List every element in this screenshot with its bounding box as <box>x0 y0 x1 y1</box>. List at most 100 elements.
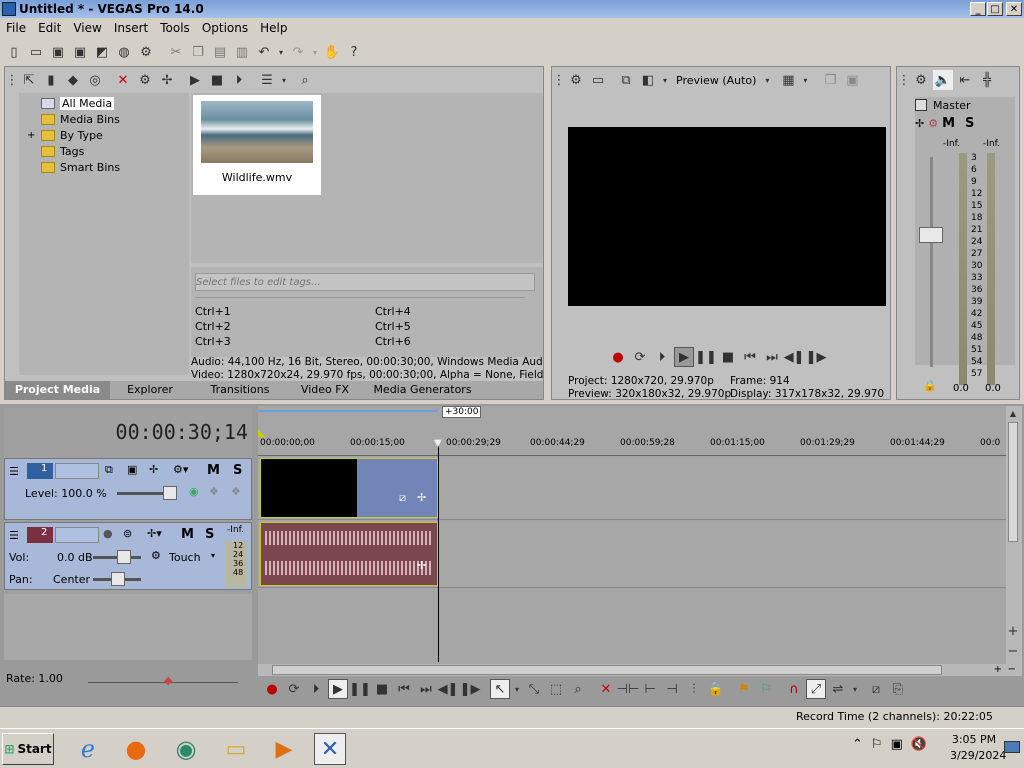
play-icon[interactable]: ▶ <box>674 347 694 367</box>
auto-preview-icon[interactable]: ⏵ <box>229 70 249 90</box>
compositing-mode-icon[interactable]: ⧉ <box>105 463 113 477</box>
trim-end-icon[interactable]: ⊣ <box>662 679 682 699</box>
track-fx-icon[interactable]: ✢▾ <box>147 527 162 540</box>
master-fx-icon[interactable]: ⚙ <box>928 117 938 130</box>
tree-item-all-media[interactable]: All Media <box>41 95 189 111</box>
shortcut-ctrl3[interactable]: Ctrl+3 <box>195 335 231 348</box>
views-icon[interactable]: ☰ <box>257 70 277 90</box>
envelope-tool-icon[interactable]: ⤡ <box>524 679 544 699</box>
selection-tool-icon[interactable]: ⬚ <box>546 679 566 699</box>
h-scroll-thumb[interactable] <box>272 665 942 675</box>
properties-icon[interactable]: ⚙ <box>136 42 156 62</box>
track-motion-icon[interactable]: ▣ <box>127 463 137 476</box>
go-to-end-icon[interactable]: ⏭ <box>416 679 436 699</box>
menu-tools[interactable]: Tools <box>154 21 196 35</box>
save-as-icon[interactable]: ▣ <box>70 42 90 62</box>
audio-event-clip[interactable]: ✢ <box>260 522 438 586</box>
file-explorer-icon[interactable]: ▭ <box>220 733 252 765</box>
event-fx-icon[interactable]: ✢ <box>417 491 426 504</box>
remove-media-icon[interactable]: ✕ <box>113 70 133 90</box>
overlays-dropdown-icon[interactable]: ▾ <box>660 70 670 90</box>
previous-frame-icon[interactable]: ◀❚ <box>784 347 805 367</box>
shortcut-ctrl5[interactable]: Ctrl+5 <box>375 320 411 333</box>
lock-icon[interactable]: 🔒 <box>923 379 937 392</box>
menu-help[interactable]: Help <box>254 21 293 35</box>
color-icon[interactable]: ◉ <box>189 485 199 498</box>
capture-video-icon[interactable]: ▮ <box>41 70 61 90</box>
parent-motion-icon[interactable]: ✢ <box>149 463 158 476</box>
media-generators-icon[interactable]: ✢ <box>157 70 177 90</box>
go-to-start-icon[interactable]: ⏮ <box>740 347 760 367</box>
record-icon[interactable]: ● <box>262 679 282 699</box>
auto-crossfade-icon[interactable]: ⤢ <box>806 679 826 699</box>
playhead-handle-icon[interactable]: ▼ <box>434 438 442 449</box>
track-grip-icon[interactable]: ☰ <box>9 529 19 542</box>
copy-icon[interactable]: ❐ <box>188 42 208 62</box>
grid-dropdown-icon[interactable]: ▾ <box>800 70 810 90</box>
preview-quality-dropdown[interactable]: Preview (Auto) <box>672 74 760 87</box>
ripple-edit-icon[interactable]: ⇌ <box>828 679 848 699</box>
record-icon[interactable]: ● <box>608 347 628 367</box>
firefox-icon[interactable]: ● <box>120 733 152 765</box>
hand-tool-icon[interactable]: ✋ <box>322 42 342 62</box>
automation-mode[interactable]: Touch <box>169 551 201 564</box>
menu-options[interactable]: Options <box>196 21 254 35</box>
undo-dropdown-icon[interactable]: ▾ <box>276 42 286 62</box>
close-button[interactable]: ✕ <box>1006 2 1022 16</box>
media-fx-icon[interactable]: ⚙ <box>135 70 155 90</box>
track-name-field[interactable] <box>55 527 99 543</box>
master-mute-button[interactable]: M <box>942 116 955 131</box>
loop-icon[interactable]: ⟳ <box>630 347 650 367</box>
trim-start-icon[interactable]: ⊢ <box>640 679 660 699</box>
minimize-button[interactable]: _ <box>970 2 986 16</box>
tab-transitions[interactable]: Transitions <box>190 381 290 399</box>
automation-dropdown-icon[interactable]: ▾ <box>211 551 215 560</box>
ripple-dropdown-icon[interactable]: ▾ <box>850 679 860 699</box>
clock[interactable]: 3:05 PM 3/29/2024 <box>950 733 1006 762</box>
overlays-icon[interactable]: ◧ <box>638 70 658 90</box>
next-frame-icon[interactable]: ❚▶ <box>460 679 481 699</box>
tree-item-tags[interactable]: Tags <box>41 143 189 159</box>
track1-mute-button[interactable]: M <box>207 463 220 478</box>
fx-insert-icon[interactable]: ╬ <box>977 70 997 90</box>
edit-tool-dropdown-icon[interactable]: ▾ <box>512 679 522 699</box>
copy-snapshot-icon[interactable]: ❐ <box>820 70 840 90</box>
pause-icon[interactable]: ❚❚ <box>349 679 371 699</box>
undo-icon[interactable]: ↶ <box>254 42 274 62</box>
views-dropdown-icon[interactable]: ▾ <box>279 70 289 90</box>
zoom-out-vertical-icon[interactable]: − <box>1006 644 1020 659</box>
delete-event-icon[interactable]: ✕ <box>596 679 616 699</box>
whats-this-help-icon[interactable]: ? <box>344 42 364 62</box>
make-compositing-parent-icon[interactable]: ❖ <box>231 485 241 498</box>
tree-item-smart-bins[interactable]: Smart Bins <box>41 159 189 175</box>
show-hidden-icons-icon[interactable]: ⌃ <box>852 737 863 752</box>
event-fx-icon[interactable]: ✢ <box>417 559 426 572</box>
video-event-clip[interactable]: ⧄ ✢ <box>260 458 438 518</box>
pan-slider-handle[interactable] <box>111 572 125 586</box>
search-icon[interactable]: ⌕ <box>295 70 315 90</box>
previous-frame-icon[interactable]: ◀❚ <box>438 679 459 699</box>
split-icon[interactable]: ⫶ <box>684 679 704 699</box>
invert-phase-icon[interactable]: ⊜ <box>123 527 132 540</box>
go-to-end-icon[interactable]: ⏭ <box>762 347 782 367</box>
external-monitor-icon[interactable]: ▭ <box>588 70 608 90</box>
zoom-in-vertical-icon[interactable]: + <box>1006 624 1020 639</box>
start-button[interactable]: ⊞ Start <box>2 733 54 765</box>
expand-icon[interactable]: + <box>27 130 41 141</box>
publish-icon[interactable]: ◍ <box>114 42 134 62</box>
empty-track-area[interactable] <box>4 594 252 660</box>
loop-region-bar[interactable] <box>258 410 438 412</box>
internet-explorer-icon[interactable]: ℯ <box>72 733 104 765</box>
open-icon[interactable]: ▭ <box>26 42 46 62</box>
play-icon[interactable]: ▶ <box>328 679 348 699</box>
play-from-start-icon[interactable]: ⏵ <box>652 347 672 367</box>
shortcut-ctrl4[interactable]: Ctrl+4 <box>375 305 411 318</box>
playhead-cursor[interactable] <box>438 446 439 662</box>
master-solo-button[interactable]: S <box>965 116 974 131</box>
menu-view[interactable]: View <box>67 21 107 35</box>
tree-item-by-type[interactable]: + By Type <box>27 127 189 143</box>
zoom-tool-icon[interactable]: ⌕ <box>568 679 588 699</box>
speaker-icon[interactable]: 🔈 <box>933 70 953 90</box>
paste-icon[interactable]: ▤ <box>210 42 230 62</box>
track-fx-icon[interactable]: ⚙▾ <box>173 463 188 476</box>
